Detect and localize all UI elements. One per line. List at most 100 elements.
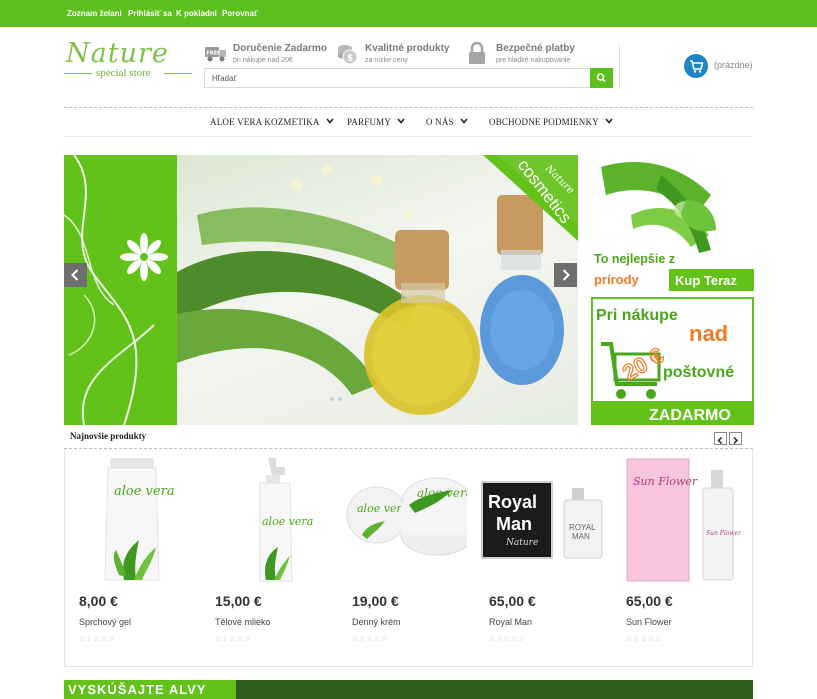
cart-icon[interactable] <box>684 54 708 78</box>
login-link[interactable]: Prihlásiť sa <box>128 9 172 18</box>
product-image[interactable]: aloe vera aloe vera <box>337 455 474 585</box>
slider-green-panel <box>64 155 177 425</box>
nav-separator <box>64 136 753 137</box>
compare-link[interactable]: Porovnať <box>222 9 258 18</box>
product-label: Nature <box>505 538 538 548</box>
search-button[interactable] <box>590 68 613 88</box>
rating-stars: ☆☆☆☆☆ <box>626 636 663 643</box>
product-card[interactable]: Royal Man Nature ROYAL MAN 65,00 € Royal… <box>474 455 604 665</box>
search-icon <box>596 73 606 83</box>
nav-item-parfumy[interactable]: PARFUMY <box>347 116 405 127</box>
product-image[interactable]: aloe vera <box>64 455 194 585</box>
chevron-down-icon <box>460 116 468 126</box>
product-label: aloe vera <box>357 502 408 515</box>
hero-slider[interactable]: Nature cosmetics <box>64 155 578 425</box>
search-input[interactable] <box>205 69 590 87</box>
nav-label: O NÁS <box>426 117 454 127</box>
nav-label: PARFUMY <box>347 117 391 127</box>
logo-subtitle: special store <box>96 67 151 79</box>
product-price: 19,00 € <box>352 593 399 609</box>
product-price: 15,00 € <box>215 593 262 609</box>
product-label: aloe vera <box>262 515 313 528</box>
bottom-promo-tag: VYSKÚŠAJTE ALVY <box>64 680 236 699</box>
chevron-down-icon <box>397 116 405 126</box>
slider-prev-button[interactable] <box>64 263 87 287</box>
chevron-down-icon <box>605 116 613 126</box>
checkout-link[interactable]: K pokladni <box>176 9 217 18</box>
store-logo[interactable]: Nature special store <box>64 38 192 85</box>
free-delivery-icon: FREE <box>204 42 226 64</box>
promo2-line4: ZADARMO <box>649 407 731 423</box>
product-label: Sun Flower <box>706 530 741 537</box>
wishlist-link[interactable]: Zoznam želaní <box>67 9 122 18</box>
product-name[interactable]: Denný krém <box>352 617 401 627</box>
chevron-down-icon <box>325 116 334 126</box>
slider-next-button[interactable] <box>554 263 577 287</box>
chevron-left-icon <box>717 436 723 445</box>
rating-stars: ☆☆☆☆☆ <box>79 636 116 643</box>
products-next-button[interactable] <box>729 432 742 445</box>
product-card[interactable]: aloe vera 8,00 € Sprchový gel ☆☆☆☆☆ <box>64 455 194 665</box>
product-name[interactable]: Sprchový gel <box>79 617 131 627</box>
nav-label: ALOE VERA KOZMETIKA <box>210 117 320 127</box>
product-label: ROYAL <box>569 523 596 532</box>
product-label: aloe vera <box>114 484 175 499</box>
product-card[interactable]: Sun Flower Sun Flower 65,00 € Sun Flower… <box>611 455 742 665</box>
feature-subtitle: pre hladké nakupovanie <box>496 57 571 64</box>
product-label: MAN <box>572 532 590 541</box>
promo-line2: prírody <box>594 272 640 287</box>
product-price: 65,00 € <box>626 593 673 609</box>
feature-title: Doručenie Zadarmo <box>233 43 327 54</box>
logo-rule-right <box>164 73 192 74</box>
promo-banner-nature[interactable]: To nejlepšie z prírody Kup Teraz <box>591 155 754 291</box>
chevron-left-icon <box>71 269 79 281</box>
header-divider <box>619 44 620 88</box>
chevron-right-icon <box>733 436 739 445</box>
product-image[interactable]: Sun Flower Sun Flower <box>611 455 742 585</box>
product-card[interactable]: aloe vera 15,00 € Tělové mlieko ☆☆☆☆☆ <box>200 455 330 665</box>
svg-text:FREE: FREE <box>207 51 222 57</box>
header-separator <box>64 107 753 108</box>
feature-subtitle: za nízke ceny <box>365 57 408 64</box>
promo2-line1: Pri nákupe <box>596 307 678 324</box>
product-image[interactable]: aloe vera <box>200 455 330 585</box>
product-card[interactable]: aloe vera aloe vera 19,00 € Denný krém ☆… <box>337 455 474 665</box>
feature-title: Bezpečné platby <box>496 43 575 54</box>
product-name[interactable]: Royal Man <box>489 617 532 627</box>
product-name[interactable]: Tělové mlieko <box>215 617 271 627</box>
product-name[interactable]: Sun Flower <box>626 617 672 627</box>
feature-subtitle: pri nákupe nad 20€ <box>233 57 293 64</box>
product-price: 65,00 € <box>489 593 536 609</box>
products-prev-button[interactable] <box>714 432 727 445</box>
nav-item-o-nas[interactable]: O NÁS <box>426 116 468 127</box>
logo-script: Nature <box>66 38 169 69</box>
promo-buy-button-label: Kup Teraz <box>675 273 737 288</box>
logo-rule-left <box>64 73 92 74</box>
rating-stars: ☆☆☆☆☆ <box>489 636 526 643</box>
lock-icon <box>467 41 489 64</box>
bottom-promo-banner[interactable]: VYSKÚŠAJTE ALVY <box>64 680 753 699</box>
promo-banner-free-shipping[interactable]: Pri nákupe nad 20 € poštovné ZADARMO <box>591 297 754 425</box>
promo2-line3: poštovné <box>663 364 734 381</box>
search-bar <box>204 68 613 88</box>
slider-photo: Nature cosmetics <box>172 155 578 425</box>
nav-item-aloe-vera[interactable]: ALOE VERA KOZMETIKA <box>210 116 334 127</box>
coins-icon: $ <box>336 42 358 65</box>
bottom-promo-text: VYSKÚŠAJTE ALVY <box>68 682 207 697</box>
product-label: Man <box>496 514 532 534</box>
cart-status[interactable]: (prázdne) <box>714 60 753 70</box>
section-title: Najnovšie produkty <box>70 431 147 441</box>
product-price: 8,00 € <box>79 593 118 609</box>
feature-title: Kvalitné produkty <box>365 43 450 54</box>
nav-item-obchodne-podmienky[interactable]: OBCHODNE PODMIENKY <box>489 116 613 127</box>
rating-stars: ☆☆☆☆☆ <box>352 636 389 643</box>
floral-decoration <box>64 155 168 425</box>
product-image[interactable]: Royal Man Nature ROYAL MAN <box>474 455 604 585</box>
chevron-right-icon <box>562 269 570 281</box>
product-label: Sun Flower <box>633 475 698 488</box>
svg-text:$: $ <box>347 54 353 64</box>
product-label: Royal <box>488 492 537 512</box>
nav-label: OBCHODNE PODMIENKY <box>489 117 599 127</box>
promo-line1: To nejlepšie z <box>594 252 675 266</box>
promo2-line2: nad <box>689 321 728 346</box>
